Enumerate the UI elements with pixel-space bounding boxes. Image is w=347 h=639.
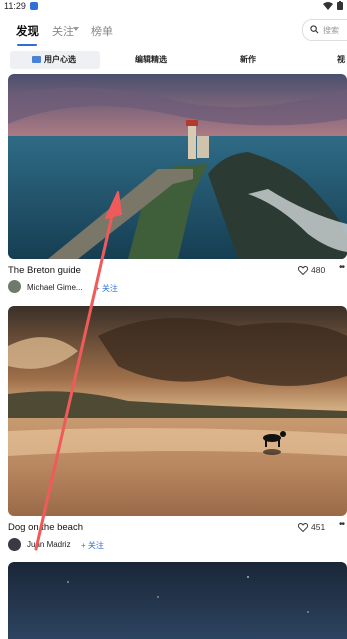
status-bar: 11:29 xyxy=(0,0,347,12)
user-picks-icon xyxy=(32,56,41,63)
wifi-icon xyxy=(323,1,333,10)
avatar[interactable] xyxy=(8,538,21,551)
more-icon[interactable]: •• xyxy=(339,519,345,530)
follow-button[interactable]: + 关注 xyxy=(95,283,118,294)
card-image-beach[interactable] xyxy=(8,306,347,516)
tab-discover[interactable]: 发现 xyxy=(16,23,39,39)
subtab-editors-picks[interactable]: 编辑精选 xyxy=(135,51,167,69)
card-title[interactable]: Dog on the beach xyxy=(8,522,83,533)
subtab-video[interactable]: 视 xyxy=(337,51,345,69)
like-count: 480 xyxy=(311,265,326,275)
chevron-down-icon[interactable] xyxy=(73,27,79,31)
author-name[interactable]: Juan Madriz xyxy=(27,540,71,549)
avatar[interactable] xyxy=(8,280,21,293)
heart-icon xyxy=(298,265,308,275)
like-button[interactable]: 480 xyxy=(298,265,325,275)
search-placeholder: 搜索 xyxy=(323,26,339,35)
notification-icon xyxy=(30,2,38,10)
battery-icon xyxy=(337,1,343,10)
top-nav: 发现 关注 榜单 搜索 xyxy=(0,14,347,48)
card-title[interactable]: The Breton guide xyxy=(8,265,81,276)
status-icons xyxy=(323,1,343,10)
subtab-label: 用户心选 xyxy=(44,55,76,64)
like-count: 451 xyxy=(311,522,326,532)
follow-button[interactable]: + 关注 xyxy=(81,540,104,551)
active-tab-indicator xyxy=(17,44,37,46)
night-sky-photo xyxy=(8,562,347,639)
search-icon xyxy=(310,25,319,34)
more-icon[interactable]: •• xyxy=(339,262,345,273)
author-name[interactable]: Michael Gime... xyxy=(27,283,83,292)
subtab-user-picks[interactable]: 用户心选 xyxy=(10,51,100,69)
subtab-new-works[interactable]: 新作 xyxy=(240,51,256,69)
lighthouse-photo xyxy=(8,74,347,259)
card-image-lighthouse[interactable] xyxy=(8,74,347,259)
card-image-night-sky[interactable] xyxy=(8,562,347,639)
sub-tabs: 用户心选 编辑精选 新作 视 xyxy=(0,51,347,71)
tab-following[interactable]: 关注 xyxy=(52,23,74,39)
status-time: 11:29 xyxy=(4,1,26,11)
search-input[interactable]: 搜索 xyxy=(302,19,347,41)
like-button[interactable]: 451 xyxy=(298,522,325,532)
beach-photo xyxy=(8,306,347,516)
tab-rankings[interactable]: 榜单 xyxy=(91,23,113,39)
heart-icon xyxy=(298,522,308,532)
